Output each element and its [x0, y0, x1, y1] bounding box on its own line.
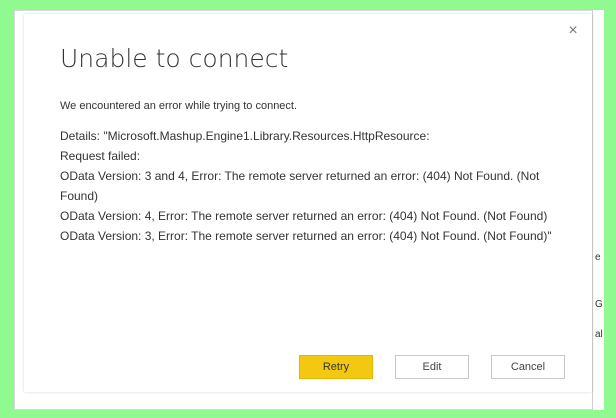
odata-error-line-1: OData Version: 3 and 4, Error: The remot… — [60, 169, 540, 203]
edit-button[interactable]: Edit — [395, 355, 469, 379]
right-strip-text-3: al — [595, 329, 603, 340]
retry-button[interactable]: Retry — [299, 355, 373, 379]
request-failed-text: Request failed: — [60, 149, 141, 163]
unable-to-connect-dialog: × Unable to connect We encountered an er… — [24, 14, 592, 392]
right-side-panel-strip: e G al — [592, 10, 604, 410]
error-details: Details: "Microsoft.Mashup.Engine1.Libra… — [60, 129, 430, 143]
right-strip-text-2: G — [595, 299, 603, 310]
odata-error-line-3: OData Version: 3, Error: The remote serv… — [60, 229, 552, 243]
close-icon[interactable]: × — [564, 22, 582, 40]
right-strip-text-1: e — [595, 252, 601, 263]
error-message: We encountered an error while trying to … — [60, 98, 560, 246]
error-lead: We encountered an error while trying to … — [60, 100, 298, 112]
dialog-title: Unable to connect — [60, 44, 289, 73]
cancel-button[interactable]: Cancel — [491, 355, 565, 379]
dialog-buttons: Retry Edit Cancel — [299, 355, 565, 379]
odata-error-line-2: OData Version: 4, Error: The remote serv… — [60, 209, 548, 223]
